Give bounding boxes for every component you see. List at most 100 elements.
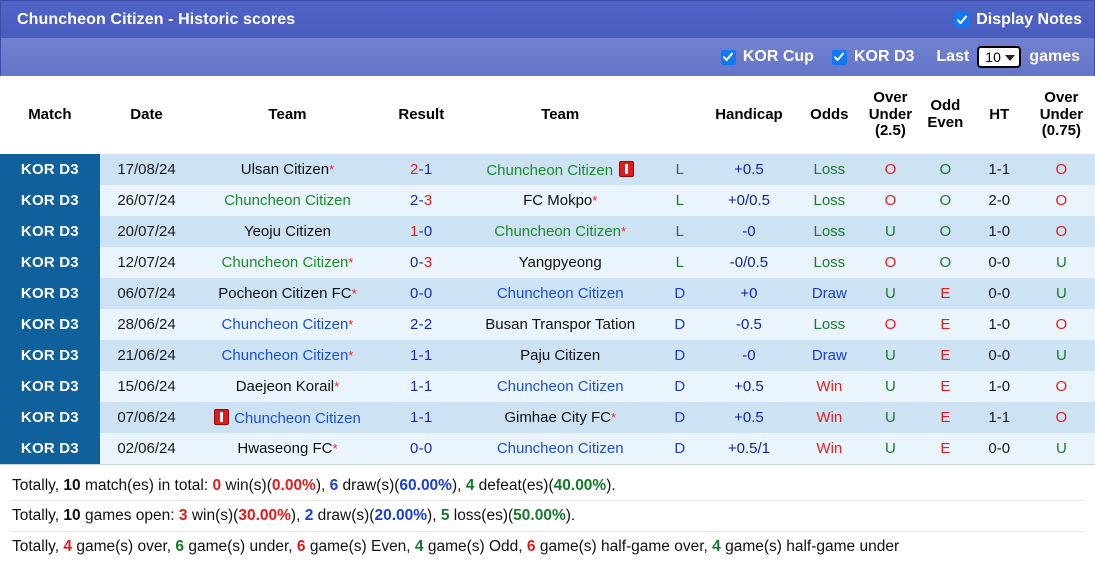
table-row[interactable]: KOR D3 12/07/24 Chuncheon Citizen* 0-3 Yangp… (0, 247, 1095, 278)
column-header-match[interactable]: Match (0, 76, 100, 154)
team-name[interactable]: Yeoju Citizen (244, 223, 331, 240)
team-name[interactable]: Paju Citizen (520, 347, 600, 364)
away-team-cell[interactable]: Paju Citizen (460, 340, 660, 371)
column-header-home-team[interactable]: Team (193, 76, 382, 154)
table-row[interactable]: KOR D3 17/08/24 Ulsan Citizen* 2-1 Chuncheon… (0, 154, 1095, 185)
check-icon[interactable] (720, 49, 736, 65)
table-row[interactable]: KOR D3 07/06/24 Chuncheon Citizen 1-1 Gimhae… (0, 402, 1095, 433)
column-header-date[interactable]: Date (99, 76, 194, 154)
column-header-handicap[interactable]: Handicap (700, 76, 798, 154)
away-team-cell[interactable]: Chuncheon Citizen (460, 154, 660, 185)
total-matches: 10 (63, 477, 81, 494)
home-team-cell[interactable]: Chuncheon Citizen (193, 402, 382, 433)
match-outcome: D (659, 402, 701, 433)
match-date: 07/06/24 (99, 402, 194, 433)
kor-d3-toggle[interactable]: KOR D3 (831, 48, 914, 66)
match-league-badge: KOR D3 (0, 433, 100, 464)
kor-cup-toggle[interactable]: KOR Cup (720, 48, 814, 66)
table-row[interactable]: KOR D3 06/07/24 Pocheon Citizen FC* 0-0 Chun… (0, 278, 1095, 309)
away-score: 1 (423, 409, 433, 426)
team-name[interactable]: Chuncheon Citizen (486, 162, 613, 179)
home-team-cell[interactable]: Ulsan Citizen* (193, 154, 382, 185)
home-score: 0 (409, 285, 419, 302)
column-header-odd-even[interactable]: Odd Even (919, 76, 971, 154)
team-name[interactable]: Chuncheon Citizen (224, 192, 351, 209)
team-name[interactable]: FC Mokpo (523, 192, 592, 209)
check-icon[interactable] (954, 12, 970, 27)
match-outcome: D (659, 433, 701, 464)
team-name[interactable]: Ulsan Citizen (241, 161, 329, 178)
text: game(s) Odd, (423, 537, 527, 555)
home-team-cell[interactable]: Yeoju Citizen (193, 216, 382, 247)
away-score: 0 (423, 440, 433, 457)
team-name[interactable]: Chuncheon Citizen (494, 223, 621, 240)
over-under-25-value: U (860, 402, 920, 433)
column-header-odds[interactable]: Odds (797, 76, 861, 154)
away-score: 1 (423, 161, 433, 178)
home-team-cell[interactable]: Pocheon Citizen FC* (193, 278, 382, 309)
summary-line-overunder: Totally, 4 game(s) over, 6 game(s) under… (10, 530, 1085, 561)
column-header-result[interactable]: Result (381, 76, 461, 154)
column-header-over-under-075[interactable]: Over Under (0.75) (1027, 76, 1095, 154)
away-team-cell[interactable]: Busan Transpor Tation (460, 309, 660, 340)
text: game(s) Even, (305, 537, 415, 555)
over-under-075-value: O (1027, 154, 1095, 185)
team-name[interactable]: Chuncheon Citizen (497, 440, 624, 457)
table-body: KOR D3 17/08/24 Ulsan Citizen* 2-1 Chuncheon… (0, 154, 1095, 464)
column-header-ht[interactable]: HT (970, 76, 1028, 154)
team-name[interactable]: Chuncheon Citizen (222, 316, 349, 333)
home-team-cell[interactable]: Daejeon Korail* (193, 371, 382, 402)
over-under-075-value: O (1027, 402, 1095, 433)
team-name[interactable]: Yangpyeong (519, 254, 602, 271)
ou25-line2: Under (868, 105, 913, 123)
away-team-cell[interactable]: Chuncheon Citizen (460, 371, 660, 402)
team-name[interactable]: Pocheon Citizen FC (218, 285, 351, 302)
home-team-cell[interactable]: Chuncheon Citizen* (193, 340, 382, 371)
table-row[interactable]: KOR D3 21/06/24 Chuncheon Citizen* 1-1 Paju … (0, 340, 1095, 371)
team-name[interactable]: Chuncheon Citizen (222, 347, 349, 364)
team-name[interactable]: Chuncheon Citizen (234, 410, 361, 427)
asterisk-marker: * (332, 441, 338, 456)
match-score: 1-1 (381, 371, 461, 402)
team-name[interactable]: Chuncheon Citizen (222, 254, 349, 271)
column-header-away-team[interactable]: Team (460, 76, 660, 154)
home-team-cell[interactable]: Chuncheon Citizen (193, 185, 382, 216)
home-score: 0 (409, 254, 419, 271)
team-name[interactable]: Daejeon Korail (236, 378, 334, 395)
table-row[interactable]: KOR D3 02/06/24 Hwaseong FC* 0-0 Chuncheon C… (0, 433, 1095, 464)
last-games-filter: Last 10 games (936, 46, 1080, 68)
table-row[interactable]: KOR D3 28/06/24 Chuncheon Citizen* 2-2 Busan… (0, 309, 1095, 340)
home-team-cell[interactable]: Chuncheon Citizen* (193, 247, 382, 278)
column-header-over-under-25[interactable]: Over Under (2.5) (860, 76, 920, 154)
last-label: Last (936, 48, 970, 65)
away-team-cell[interactable]: FC Mokpo* (460, 185, 660, 216)
last-games-select[interactable]: 10 (977, 46, 1022, 68)
red-card-icon (214, 408, 230, 425)
table-row[interactable]: KOR D3 15/06/24 Daejeon Korail* 1-1 Chuncheo… (0, 371, 1095, 402)
away-team-cell[interactable]: Gimhae City FC* (460, 402, 660, 433)
table-row[interactable]: KOR D3 26/07/24 Chuncheon Citizen 2-3 FC Mok… (0, 185, 1095, 216)
total-draws: 6 (329, 477, 339, 494)
check-icon[interactable] (831, 49, 847, 65)
text: game(s) over, (72, 537, 176, 555)
home-team-cell[interactable]: Hwaseong FC* (193, 433, 382, 464)
away-team-cell[interactable]: Chuncheon Citizen (460, 433, 660, 464)
team-name[interactable]: Busan Transpor Tation (485, 316, 635, 333)
odd-even-value: E (919, 278, 971, 309)
away-team-cell[interactable]: Chuncheon Citizen (460, 278, 660, 309)
away-team-cell[interactable]: Chuncheon Citizen* (460, 216, 660, 247)
match-score: 1-0 (381, 216, 461, 247)
games-half-under: 4 (712, 537, 721, 555)
away-team-cell[interactable]: Yangpyeong (460, 247, 660, 278)
display-notes-toggle[interactable]: Display Notes (954, 11, 1082, 29)
home-score: 1 (409, 409, 419, 426)
handicap-value: +0 (700, 278, 798, 309)
team-name[interactable]: Gimhae City FC (504, 409, 611, 426)
team-name[interactable]: Chuncheon Citizen (497, 378, 624, 395)
half-time-score: 0-0 (970, 247, 1028, 278)
team-name[interactable]: Chuncheon Citizen (497, 285, 624, 302)
table-row[interactable]: KOR D3 20/07/24 Yeoju Citizen 1-0 Chuncheon … (0, 216, 1095, 247)
ou25-line1: Over (873, 88, 908, 106)
home-team-cell[interactable]: Chuncheon Citizen* (193, 309, 382, 340)
team-name[interactable]: Hwaseong FC (237, 440, 332, 457)
